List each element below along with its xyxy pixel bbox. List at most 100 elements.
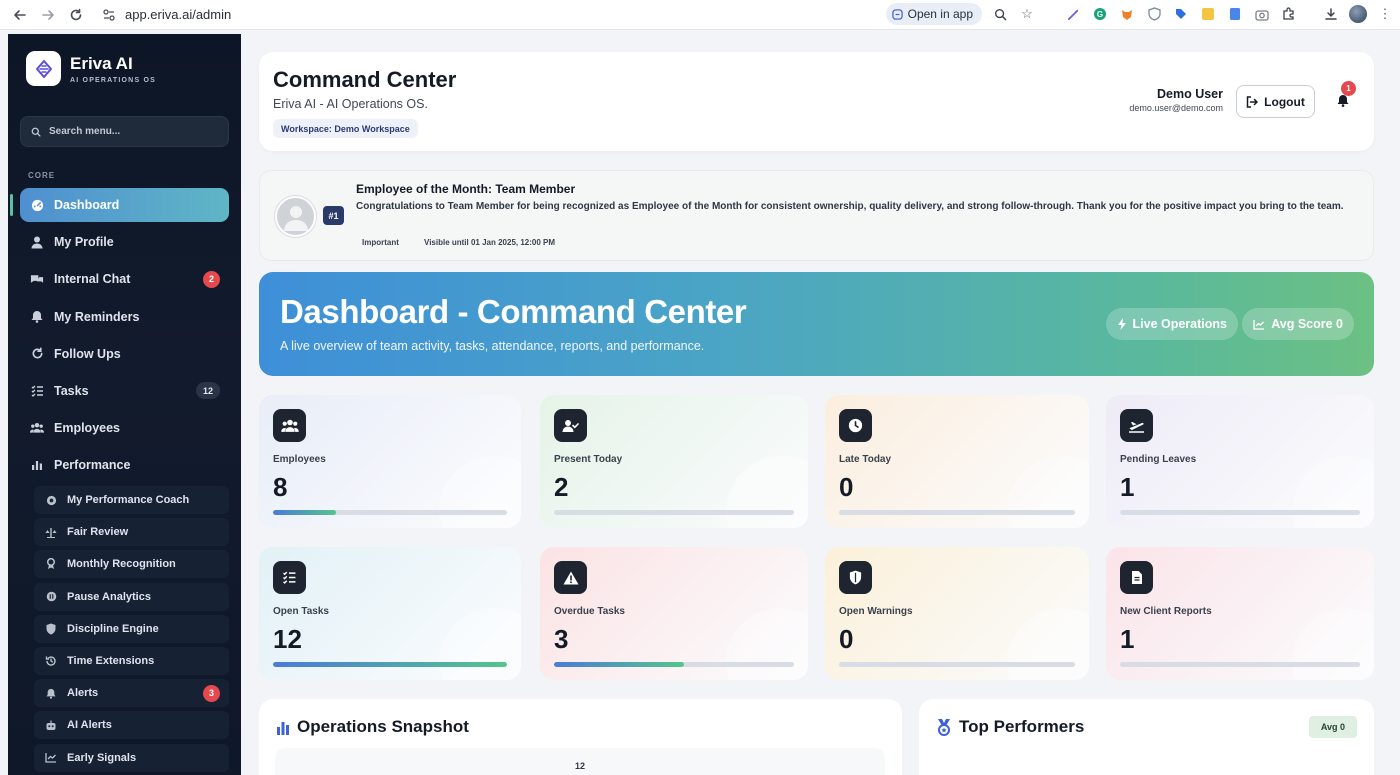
more-menu-icon[interactable]: ⋮ — [1376, 5, 1394, 23]
dashboard-hero-banner: Dashboard - Command Center A live overvi… — [259, 272, 1374, 376]
stat-label: Present Today — [554, 454, 623, 465]
pen-extension-icon[interactable] — [1064, 5, 1082, 23]
card-decoration — [726, 456, 808, 528]
stat-card-pending-leaves[interactable]: Pending Leaves 1 — [1106, 395, 1374, 528]
operations-snapshot-heading: Operations Snapshot — [276, 717, 469, 737]
target-icon — [45, 494, 57, 506]
brand[interactable]: Eriva AI AI OPERATIONS OS — [26, 51, 156, 86]
profile-avatar[interactable] — [1349, 5, 1367, 23]
stat-progress-track — [1120, 510, 1360, 515]
employee-of-month-announcement[interactable]: #1 Employee of the Month: Team Member Co… — [259, 170, 1374, 261]
stat-card-overdue-tasks[interactable]: Overdue Tasks 3 — [540, 547, 808, 680]
stat-progress-fill — [554, 662, 684, 667]
subnav-item-label: Discipline Engine — [67, 622, 159, 635]
stat-card-present-today[interactable]: Present Today 2 — [540, 395, 808, 528]
avg-score-button[interactable]: Avg Score 0 — [1242, 308, 1354, 340]
open-in-app-label: Open in app — [907, 7, 973, 21]
operations-snapshot-title: Operations Snapshot — [297, 717, 469, 736]
stat-card-employees[interactable]: Employees 8 — [259, 395, 521, 528]
robot-icon — [45, 719, 57, 731]
search-input[interactable]: Search menu... — [20, 116, 229, 147]
subnav-item-performance-coach[interactable]: My Performance Coach — [34, 486, 229, 514]
zoom-icon[interactable] — [991, 5, 1009, 23]
top-performers-heading: Top Performers — [936, 717, 1084, 737]
stat-label: Employees — [273, 454, 326, 465]
stat-card-late-today[interactable]: Late Today 0 — [825, 395, 1089, 528]
user-info: Demo User demo.user@demo.com — [1129, 87, 1223, 113]
extensions-puzzle-icon[interactable] — [1280, 5, 1298, 23]
subnav-item-label: AI Alerts — [67, 719, 112, 732]
subnav-item-monthly-recognition[interactable]: Monthly Recognition — [34, 550, 229, 579]
page-subtitle: Eriva AI - AI Operations OS. — [273, 97, 428, 111]
download-icon[interactable] — [1322, 5, 1340, 23]
back-icon[interactable] — [9, 4, 31, 26]
top-performers-avg-badge: Avg 0 — [1308, 716, 1357, 738]
sidebar-item-follow-ups[interactable]: Follow Ups — [20, 337, 229, 371]
lightning-icon — [1117, 318, 1126, 330]
live-operations-button[interactable]: Live Operations — [1105, 308, 1238, 340]
hero-title: Dashboard - Command Center — [280, 293, 747, 330]
stat-card-open-warnings[interactable]: Open Warnings 0 — [825, 547, 1089, 680]
stat-value: 12 — [273, 624, 302, 654]
rank-badge: #1 — [323, 206, 344, 225]
sidebar: Eriva AI AI OPERATIONS OS Search menu...… — [8, 34, 241, 775]
subnav-item-discipline-engine[interactable]: Discipline Engine — [34, 614, 229, 643]
document-extension-icon[interactable] — [1226, 5, 1244, 23]
camera-extension-icon[interactable] — [1253, 5, 1271, 23]
stat-progress-track — [273, 510, 507, 515]
sidebar-item-my-profile[interactable]: My Profile — [20, 225, 229, 259]
sidebar-item-label: Follow Ups — [54, 346, 121, 361]
bookmark-star-icon[interactable]: ☆ — [1018, 5, 1036, 23]
nav-section-label: CORE — [28, 171, 56, 180]
reload-icon[interactable] — [65, 4, 87, 26]
shield-extension-icon[interactable] — [1145, 5, 1163, 23]
stat-value: 3 — [554, 624, 569, 654]
workspace-badge: Workspace: Demo Workspace — [273, 119, 418, 138]
stat-label: Open Warnings — [839, 606, 913, 617]
address-bar[interactable]: app.eriva.ai/admin — [125, 7, 231, 22]
subnav-item-alerts[interactable]: Alerts 3 — [34, 679, 229, 708]
sidebar-item-label: My Reminders — [54, 309, 140, 324]
subnav-item-time-extensions[interactable]: Time Extensions — [34, 646, 229, 675]
user-icon — [30, 235, 44, 249]
subnav-item-label: Monthly Recognition — [67, 558, 176, 571]
subnav-item-early-signals[interactable]: Early Signals — [34, 743, 229, 772]
yellow-extension-icon[interactable] — [1199, 5, 1217, 23]
open-in-app-button[interactable]: Open in app — [885, 3, 982, 25]
bar-chart-icon — [277, 721, 289, 735]
sidebar-item-tasks[interactable]: Tasks 12 — [20, 374, 229, 408]
operations-chart-area: 12 — [275, 748, 885, 775]
subnav-item-fair-review[interactable]: Fair Review — [34, 518, 229, 547]
stat-card-open-tasks[interactable]: Open Tasks 12 — [259, 547, 521, 680]
users-icon — [273, 409, 306, 442]
sidebar-item-label: Performance — [54, 458, 131, 473]
card-decoration — [439, 608, 521, 680]
sidebar-item-performance[interactable]: Performance — [20, 448, 229, 482]
sidebar-item-my-reminders[interactable]: My Reminders — [20, 300, 229, 334]
stat-progress-fill — [273, 510, 337, 515]
award-icon — [45, 558, 57, 570]
sidebar-item-dashboard[interactable]: Dashboard — [10, 188, 229, 222]
stat-card-new-client-reports[interactable]: New Client Reports 1 — [1106, 547, 1374, 680]
stat-progress-track — [839, 662, 1075, 667]
stat-label: New Client Reports — [1120, 606, 1212, 617]
sidebar-item-employees[interactable]: Employees — [20, 411, 229, 445]
forward-icon[interactable] — [37, 4, 59, 26]
brand-tagline: AI OPERATIONS OS — [70, 76, 156, 84]
chat-icon — [30, 272, 44, 286]
card-decoration — [1007, 456, 1089, 528]
plane-icon — [1120, 409, 1153, 442]
subnav-item-ai-alerts[interactable]: AI Alerts — [34, 711, 229, 740]
card-decoration — [1292, 456, 1374, 528]
sidebar-item-internal-chat[interactable]: Internal Chat 2 — [20, 262, 229, 296]
subnav-item-pause-analytics[interactable]: Pause Analytics — [34, 582, 229, 611]
stat-label: Open Tasks — [273, 606, 329, 617]
logout-button[interactable]: Logout — [1236, 85, 1315, 118]
tag-extension-icon[interactable] — [1172, 5, 1190, 23]
trend-icon — [45, 752, 57, 764]
refresh-icon — [30, 347, 44, 361]
grammarly-extension-icon[interactable]: G — [1091, 5, 1109, 23]
fox-extension-icon[interactable] — [1118, 5, 1136, 23]
site-settings-icon[interactable] — [101, 7, 117, 23]
user-email: demo.user@demo.com — [1129, 103, 1223, 113]
